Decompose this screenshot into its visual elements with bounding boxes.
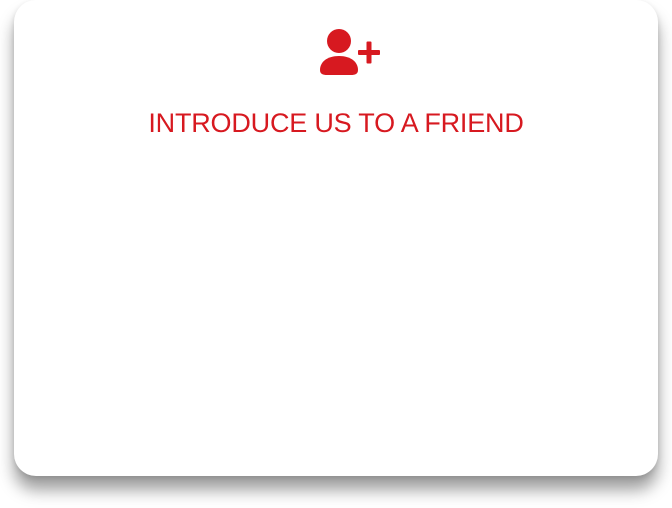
referral-card: INTRODUCE US TO A FRIEND bbox=[14, 0, 658, 476]
card-title: INTRODUCE US TO A FRIEND bbox=[148, 108, 524, 138]
page: INTRODUCE US TO A FRIEND bbox=[0, 0, 672, 508]
add-user-icon bbox=[319, 26, 383, 78]
